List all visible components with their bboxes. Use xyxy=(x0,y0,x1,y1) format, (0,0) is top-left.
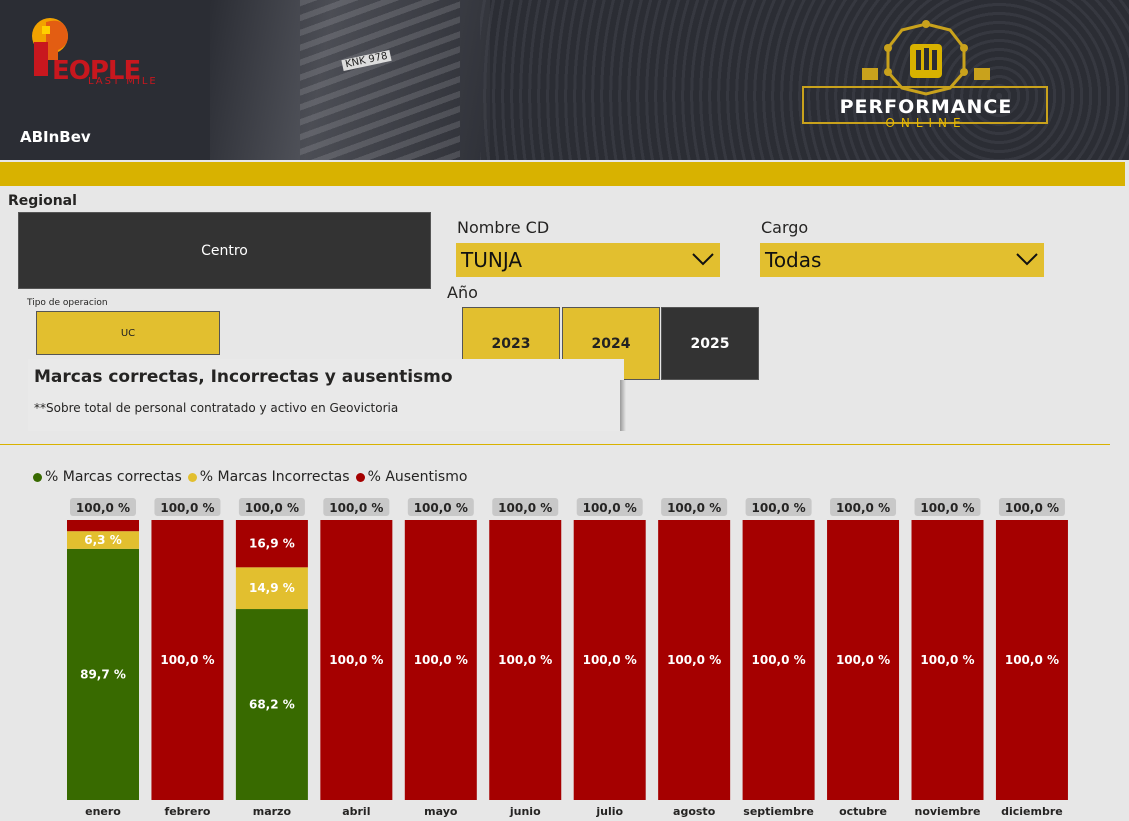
data-label-absent-julio: 100,0 % xyxy=(583,653,637,667)
legend-label-incorrect: % Marcas Incorrectas xyxy=(199,469,350,485)
total-label-enero: 100,0 % xyxy=(76,501,130,515)
total-label-octubre: 100,0 % xyxy=(836,501,890,515)
year-2025-label: 2025 xyxy=(690,335,730,352)
cargo-dropdown[interactable]: Todas xyxy=(760,243,1044,277)
data-label-absent-septiembre: 100,0 % xyxy=(752,653,806,667)
cargo-label: Cargo xyxy=(761,218,809,237)
data-label-absent-agosto: 100,0 % xyxy=(667,653,721,667)
bar-segment-absent-enero[interactable] xyxy=(67,520,139,532)
category-label-marzo: marzo xyxy=(253,805,292,818)
tipo-operacion-label: Tipo de operacion xyxy=(27,298,108,308)
legend-item-incorrect[interactable]: % Marcas Incorrectas xyxy=(187,469,350,485)
data-label-absent-junio: 100,0 % xyxy=(498,653,552,667)
data-label-absent-noviembre: 100,0 % xyxy=(920,653,974,667)
legend-item-correct[interactable]: % Marcas correctas xyxy=(33,469,182,485)
data-label-correct-marzo: 68,2 % xyxy=(249,698,295,712)
total-label-marzo: 100,0 % xyxy=(245,501,299,515)
category-label-noviembre: noviembre xyxy=(914,805,980,818)
card-title: Marcas correctas, Incorrectas y ausentis… xyxy=(34,367,453,387)
total-label-junio: 100,0 % xyxy=(498,501,552,515)
chevron-down-icon xyxy=(1016,253,1038,266)
legend-dot-incorrect xyxy=(187,472,197,482)
data-label-absent-abril: 100,0 % xyxy=(329,653,383,667)
data-label-correct-enero: 89,7 % xyxy=(80,667,126,681)
data-label-absent-marzo: 16,9 % xyxy=(249,537,295,551)
cargo-value: Todas xyxy=(765,248,822,272)
abinbev-logo: ABInBev xyxy=(20,128,91,146)
report-header: KNK 978 EOPLE LAST MILE ABInBev PERFORMA… xyxy=(0,0,1129,160)
tipo-operacion-value: UC xyxy=(120,327,136,339)
category-label-agosto: agosto xyxy=(673,805,716,818)
category-label-enero: enero xyxy=(85,805,121,818)
total-label-agosto: 100,0 % xyxy=(667,501,721,515)
total-label-noviembre: 100,0 % xyxy=(920,501,974,515)
total-label-julio: 100,0 % xyxy=(583,501,637,515)
chart-title-card: Marcas correctas, Incorrectas y ausentis… xyxy=(28,359,624,431)
nombre-cd-value: TUNJA xyxy=(461,248,523,272)
legend-label-correct: % Marcas correctas xyxy=(45,469,182,485)
category-label-mayo: mayo xyxy=(424,805,458,818)
total-label-abril: 100,0 % xyxy=(329,501,383,515)
total-label-septiembre: 100,0 % xyxy=(752,501,806,515)
total-label-diciembre: 100,0 % xyxy=(1005,501,1059,515)
anio-label: Año xyxy=(447,283,478,302)
last-mile-text: LAST MILE xyxy=(88,76,158,87)
total-label-mayo: 100,0 % xyxy=(414,501,468,515)
truck-texture xyxy=(300,0,460,160)
header-yellow-band xyxy=(0,162,1125,186)
card-shadow xyxy=(620,380,626,431)
category-label-diciembre: diciembre xyxy=(1001,805,1063,818)
data-label-absent-octubre: 100,0 % xyxy=(836,653,890,667)
category-label-octubre: octubre xyxy=(839,805,887,818)
year-2023-label: 2023 xyxy=(491,335,531,352)
legend-label-absent: % Ausentismo xyxy=(367,469,468,485)
year-2024-label: 2024 xyxy=(591,335,631,352)
nombre-cd-dropdown[interactable]: TUNJA xyxy=(456,243,720,277)
legend-item-absent[interactable]: % Ausentismo xyxy=(355,469,468,485)
regional-slicer-centro[interactable]: Centro xyxy=(18,212,431,289)
data-label-absent-diciembre: 100,0 % xyxy=(1005,653,1059,667)
regional-value: Centro xyxy=(201,242,248,259)
section-divider xyxy=(0,444,1110,445)
category-label-septiembre: septiembre xyxy=(743,805,814,818)
regional-label: Regional xyxy=(8,193,77,209)
performance-subtitle: ONLINE xyxy=(885,116,967,130)
data-label-absent-febrero: 100,0 % xyxy=(160,653,214,667)
nombre-cd-label: Nombre CD xyxy=(457,218,550,237)
category-label-junio: junio xyxy=(509,805,541,818)
tipo-operacion-slicer-uc[interactable]: UC xyxy=(36,311,220,355)
data-label-absent-mayo: 100,0 % xyxy=(414,653,468,667)
performance-title: PERFORMANCE xyxy=(839,96,1013,118)
legend-dot-correct xyxy=(33,472,42,482)
chart-legend: % Marcas correctas % Marcas Incorrectas … xyxy=(33,469,469,485)
legend-dot-absent xyxy=(355,472,365,482)
total-label-febrero: 100,0 % xyxy=(160,501,214,515)
category-label-julio: julio xyxy=(595,805,623,818)
year-button-2025[interactable]: 2025 xyxy=(661,307,759,380)
data-label-incorrect-enero: 6,3 % xyxy=(84,533,121,547)
data-label-incorrect-marzo: 14,9 % xyxy=(249,581,295,595)
category-label-abril: abril xyxy=(342,805,370,818)
stacked-bar-chart: 89,7 % 6,3 % 100,0 % enero 100,0 % 100,0 % feb… xyxy=(67,498,1068,818)
card-subtitle: **Sobre total de personal contratado y a… xyxy=(34,401,399,415)
chevron-down-icon xyxy=(692,253,714,266)
category-label-febrero: febrero xyxy=(164,805,210,818)
